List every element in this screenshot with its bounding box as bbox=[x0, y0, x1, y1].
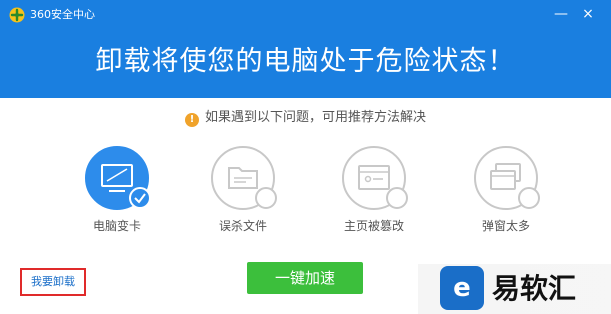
selected-check-icon bbox=[129, 187, 151, 209]
watermark-logo-icon: e bbox=[440, 266, 484, 310]
option-pc-slow-label: 电脑变卡 bbox=[92, 219, 141, 233]
unselected-check-icon bbox=[255, 187, 277, 209]
app-logo-icon bbox=[9, 7, 25, 23]
one-click-speedup-button[interactable]: 一键加速 bbox=[247, 262, 363, 294]
minimize-button[interactable]: — bbox=[551, 4, 571, 24]
option-homepage-hijacked-label: 主页被篡改 bbox=[343, 219, 404, 233]
header-banner: 360安全中心 — × 卸载将使您的电脑处于危险状态！ bbox=[0, 0, 611, 98]
watermark: e 易软汇 bbox=[418, 264, 611, 314]
title-bar: 360安全中心 — × bbox=[0, 0, 611, 30]
option-file-deleted-label: 误杀文件 bbox=[218, 219, 267, 233]
app-title: 360安全中心 bbox=[30, 8, 95, 21]
info-icon: ! bbox=[184, 113, 199, 127]
uninstall-dialog: 360安全中心 — × 卸载将使您的电脑处于危险状态！ ! 如果遇到以下问题，可用… bbox=[0, 0, 611, 314]
close-button[interactable]: × bbox=[578, 4, 598, 24]
warning-headline: 卸载将使您的电脑处于危险状态！ bbox=[95, 46, 516, 77]
tip-text: 如果遇到以下问题，可用推荐方法解决 bbox=[204, 110, 426, 125]
unselected-check-icon bbox=[386, 187, 408, 209]
unselected-check-icon bbox=[518, 187, 540, 209]
tip-line: ! 如果遇到以下问题，可用推荐方法解决 bbox=[0, 108, 611, 128]
uninstall-link[interactable]: 我要卸载 bbox=[20, 268, 86, 296]
option-too-many-popups-label: 弹窗太多 bbox=[481, 219, 530, 233]
watermark-text: 易软汇 bbox=[492, 272, 577, 305]
